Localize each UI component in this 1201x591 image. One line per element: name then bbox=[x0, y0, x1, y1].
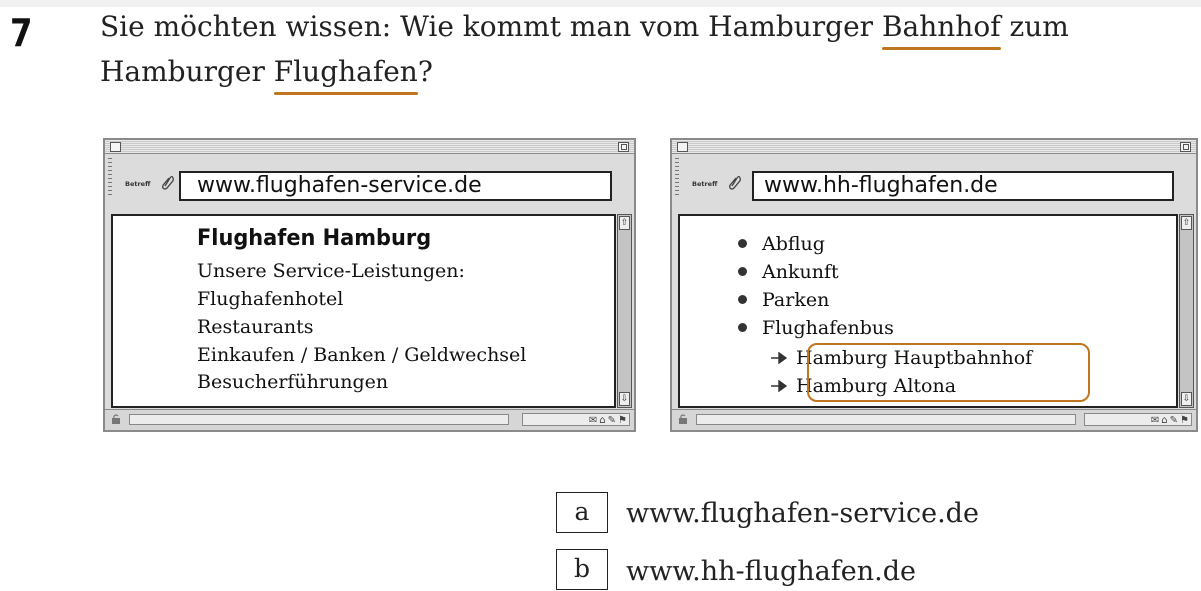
toolbar-icons[interactable]: ✉⌂✎⚑ bbox=[522, 413, 630, 426]
underlined-word-flughafen: Flughafen bbox=[273, 55, 418, 95]
status-field bbox=[696, 414, 1076, 425]
menu-item-flughafenbus[interactable]: Flughafenbus bbox=[738, 317, 894, 339]
address-label: Betreff bbox=[692, 180, 718, 188]
page-content: Abflug Ankunft Parken Flughafenbus Hambu… bbox=[678, 214, 1178, 408]
question-text: Hamburger bbox=[100, 55, 274, 88]
vertical-scrollbar[interactable]: ⇧ ⇩ bbox=[617, 214, 632, 408]
page-title: Flughafen Hamburg bbox=[197, 226, 432, 251]
top-strip bbox=[0, 0, 1201, 7]
vertical-scrollbar[interactable]: ⇧ ⇩ bbox=[1179, 214, 1194, 408]
service-line: Restaurants bbox=[197, 316, 314, 338]
lock-icon bbox=[679, 414, 687, 424]
service-line: Unsere Service-Leistungen: bbox=[197, 260, 465, 282]
bullet-icon bbox=[738, 323, 747, 332]
status-bar: ✉⌂✎⚑ bbox=[672, 409, 1196, 430]
close-box-icon[interactable] bbox=[677, 142, 688, 152]
scroll-down-icon[interactable]: ⇩ bbox=[1181, 392, 1192, 406]
menu-item-ankunft[interactable]: Ankunft bbox=[738, 261, 839, 283]
browser-window-right: Betreff www.hh-flughafen.de Abflug Ankun… bbox=[670, 138, 1198, 432]
status-bar: ✉⌂✎⚑ bbox=[105, 409, 634, 430]
zoom-box-icon[interactable] bbox=[618, 142, 629, 152]
underlined-word-bahnhof: Bahnhof bbox=[881, 10, 1001, 50]
browser-window-left: Betreff www.flughafen-service.de Flughaf… bbox=[103, 138, 636, 432]
menu-item-abflug[interactable]: Abflug bbox=[738, 233, 825, 255]
title-bar bbox=[105, 140, 634, 154]
question-line-1: Sie möchten wissen: Wie kommt man vom Ha… bbox=[100, 10, 1069, 50]
scroll-up-icon[interactable]: ⇧ bbox=[619, 216, 630, 230]
toolbar-grip-icon[interactable] bbox=[675, 158, 679, 198]
question-text: zum bbox=[1000, 10, 1069, 43]
address-label: Betreff bbox=[125, 180, 151, 188]
menu-item-label: Parken bbox=[762, 289, 830, 311]
bullet-icon bbox=[738, 267, 747, 276]
close-box-icon[interactable] bbox=[110, 142, 121, 152]
menu-item-parken[interactable]: Parken bbox=[738, 289, 830, 311]
option-a-box[interactable]: a bbox=[556, 492, 608, 533]
page-content: Flughafen Hamburg Unsere Service-Leistun… bbox=[111, 214, 616, 408]
menu-item-label: Ankunft bbox=[762, 261, 839, 283]
service-line: Flughafenhotel bbox=[197, 288, 344, 310]
scroll-up-icon[interactable]: ⇧ bbox=[1181, 216, 1192, 230]
paperclip-icon bbox=[162, 175, 174, 190]
question-line-2: Hamburger Flughafen? bbox=[100, 55, 433, 95]
service-line: Besucherführungen bbox=[197, 371, 389, 393]
title-bar bbox=[672, 140, 1196, 154]
address-bar[interactable]: www.hh-flughafen.de bbox=[752, 171, 1174, 201]
menu-item-label: Flughafenbus bbox=[762, 317, 894, 339]
bullet-icon bbox=[738, 295, 747, 304]
question-number: 7 bbox=[9, 11, 33, 55]
toolbar-grip-icon[interactable] bbox=[108, 158, 112, 198]
address-bar[interactable]: www.flughafen-service.de bbox=[179, 171, 612, 201]
option-a-text: www.flughafen-service.de bbox=[626, 498, 979, 529]
toolbar-icons[interactable]: ✉⌂✎⚑ bbox=[1084, 413, 1192, 426]
menu-item-label: Abflug bbox=[762, 233, 825, 255]
question-text: Sie möchten wissen: Wie kommt man vom Ha… bbox=[100, 10, 882, 43]
highlight-box bbox=[807, 343, 1090, 402]
lock-icon bbox=[112, 414, 120, 424]
option-b-text: www.hh-flughafen.de bbox=[626, 556, 916, 587]
bullet-icon bbox=[738, 239, 747, 248]
status-field bbox=[129, 414, 509, 425]
option-b-box[interactable]: b bbox=[556, 549, 608, 590]
question-text: ? bbox=[417, 55, 433, 88]
service-line: Einkaufen / Banken / Geldwechsel bbox=[197, 344, 527, 366]
zoom-box-icon[interactable] bbox=[1180, 142, 1191, 152]
paperclip-icon bbox=[729, 175, 741, 190]
scroll-down-icon[interactable]: ⇩ bbox=[619, 392, 630, 406]
arrow-right-icon bbox=[771, 352, 787, 364]
arrow-right-icon bbox=[771, 380, 787, 392]
